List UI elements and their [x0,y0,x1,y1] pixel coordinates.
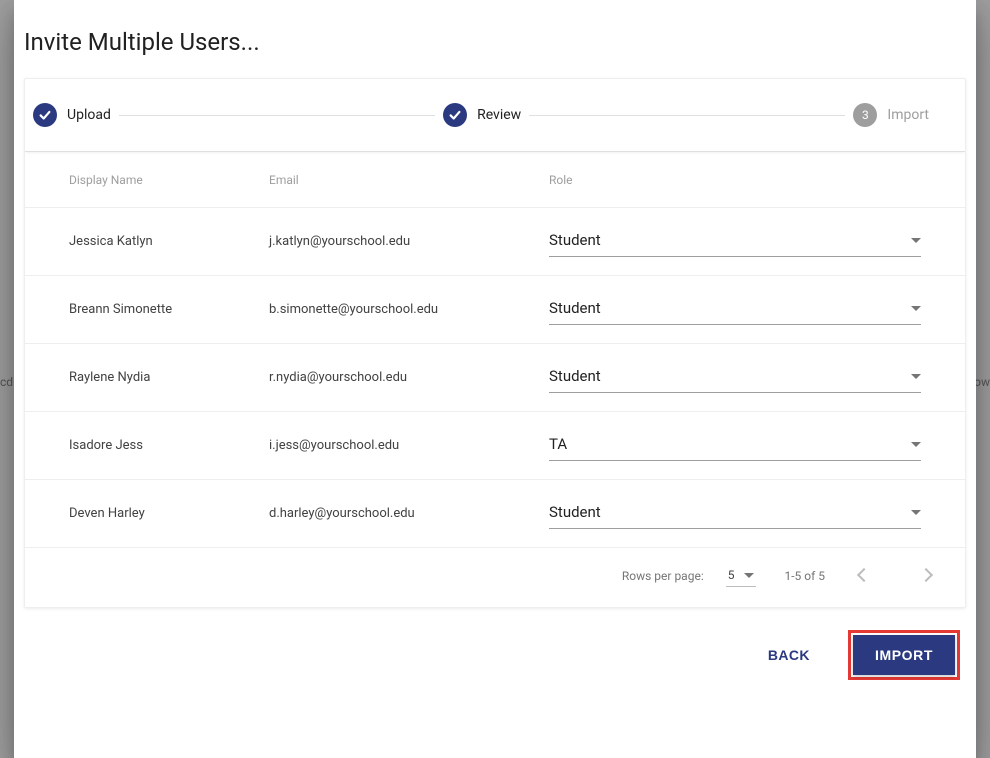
step-review[interactable]: Review [435,103,529,127]
col-header-name: Display Name [69,173,269,187]
role-value: Student [549,231,601,249]
rows-per-page-value: 5 [728,568,735,582]
role-select[interactable]: Student [549,227,921,257]
table-row: Raylene Nydia r.nydia@yourschool.edu Stu… [25,344,965,412]
stepper-card: Upload Review 3 Import Display Name Emai… [24,78,966,608]
table-row: Breann Simonette b.simonette@yourschool.… [25,276,965,344]
back-button[interactable]: BACK [750,637,828,673]
invite-users-dialog: Invite Multiple Users... Upload Review 3… [14,0,976,758]
caret-down-icon [911,374,921,379]
bg-text-left: cd [0,375,13,389]
cell-display-name: Jessica Katlyn [69,234,269,249]
check-icon [443,103,467,127]
tutorial-highlight: IMPORT [848,630,960,680]
caret-down-icon [744,573,754,578]
cell-display-name: Raylene Nydia [69,370,269,385]
rows-per-page-select[interactable]: 5 [726,564,757,587]
table-pagination: Rows per page: 5 1-5 of 5 [25,548,965,607]
import-button[interactable]: IMPORT [853,635,955,675]
step-connector [529,115,845,116]
role-value: TA [549,435,567,453]
cell-email: j.katlyn@yourschool.edu [269,234,549,249]
role-select[interactable]: TA [549,431,921,461]
col-header-email: Email [269,173,549,187]
step-upload[interactable]: Upload [25,103,119,127]
col-header-role: Role [549,173,921,187]
step-label: Upload [67,107,111,123]
stepper: Upload Review 3 Import [25,79,965,152]
rows-per-page: Rows per page: 5 [622,564,757,587]
review-table: Display Name Email Role Jessica Katlyn j… [25,152,965,607]
table-header-row: Display Name Email Role [25,152,965,208]
cell-email: r.nydia@yourschool.edu [269,370,549,385]
prev-page-button[interactable] [853,562,875,589]
cell-display-name: Deven Harley [69,506,269,521]
pagination-range: 1-5 of 5 [784,569,825,583]
chevron-left-icon [857,568,871,582]
cell-display-name: Breann Simonette [69,302,269,317]
caret-down-icon [911,510,921,515]
pagination-arrows [853,562,937,589]
cell-email: i.jess@yourschool.edu [269,438,549,453]
role-value: Student [549,367,601,385]
step-number-icon: 3 [853,103,877,127]
check-icon [33,103,57,127]
next-page-button[interactable] [915,562,937,589]
table-row: Isadore Jess i.jess@yourschool.edu TA [25,412,965,480]
cell-display-name: Isadore Jess [69,438,269,453]
role-select[interactable]: Student [549,499,921,529]
table-row: Deven Harley d.harley@yourschool.edu Stu… [25,480,965,548]
caret-down-icon [911,442,921,447]
role-value: Student [549,503,601,521]
step-connector [119,115,435,116]
role-value: Student [549,299,601,317]
cell-email: b.simonette@yourschool.edu [269,302,549,317]
cell-email: d.harley@yourschool.edu [269,506,549,521]
step-import: 3 Import [845,103,937,127]
role-select[interactable]: Student [549,295,921,325]
rows-per-page-label: Rows per page: [622,569,704,583]
caret-down-icon [911,306,921,311]
table-row: Jessica Katlyn j.katlyn@yourschool.edu S… [25,208,965,276]
role-select[interactable]: Student [549,363,921,393]
caret-down-icon [911,238,921,243]
chevron-right-icon [919,568,933,582]
dialog-title: Invite Multiple Users... [14,0,976,78]
step-label: Import [887,107,929,123]
step-label: Review [477,107,521,123]
dialog-actions: BACK IMPORT [14,608,976,680]
